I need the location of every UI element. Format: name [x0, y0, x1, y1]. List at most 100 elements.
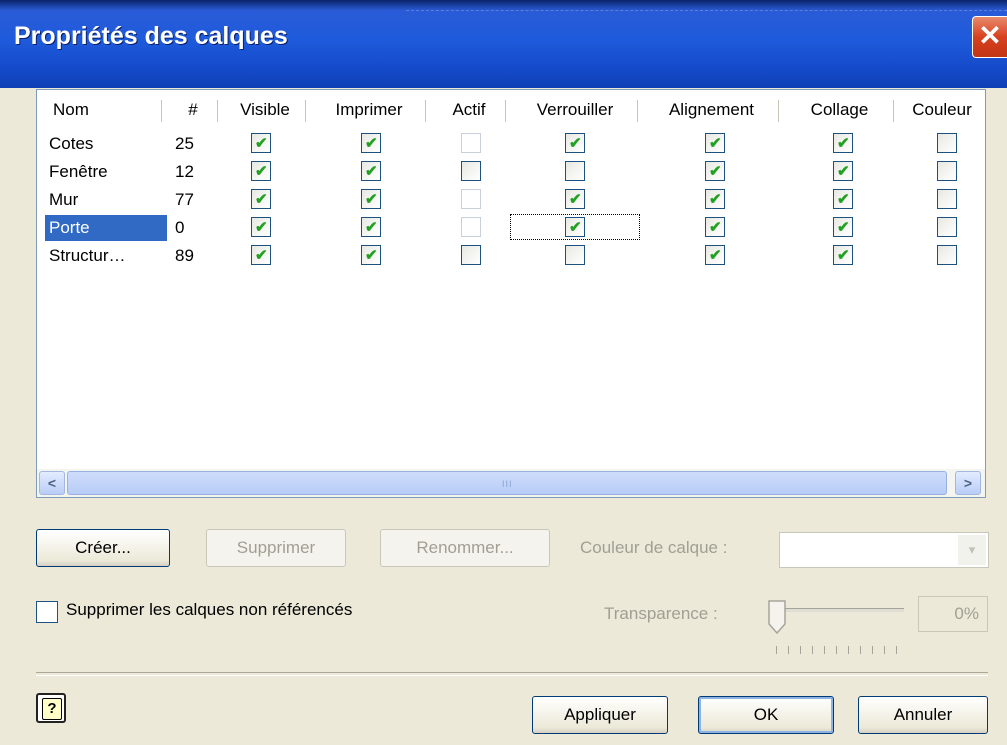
- scroll-grip: III: [502, 479, 513, 489]
- visible-checkbox[interactable]: ✔: [251, 133, 271, 153]
- visible-checkbox[interactable]: ✔: [251, 161, 271, 181]
- layer-name-text: Porte: [45, 215, 167, 241]
- alignement-checkbox[interactable]: ✔: [705, 217, 725, 237]
- horizontal-scrollbar[interactable]: < III >: [37, 469, 985, 497]
- alignement-checkbox[interactable]: ✔: [705, 133, 725, 153]
- column-separator: [161, 100, 162, 122]
- actif-checkbox[interactable]: [461, 217, 481, 237]
- transparency-label: Transparence :: [604, 604, 718, 623]
- column-header[interactable]: Visible: [221, 90, 309, 130]
- table-row[interactable]: Cotes 25 ✔ ✔ ✔ ✔ ✔: [37, 130, 985, 158]
- checkmark-icon: ✔: [837, 219, 850, 236]
- help-button[interactable]: ?: [36, 693, 66, 723]
- couleur-checkbox[interactable]: [937, 245, 957, 265]
- alignement-checkbox[interactable]: ✔: [705, 189, 725, 209]
- column-header[interactable]: Nom: [37, 90, 165, 130]
- column-header[interactable]: Collage: [782, 90, 897, 130]
- transparency-slider[interactable]: [776, 608, 904, 612]
- delete-button[interactable]: Supprimer: [206, 529, 346, 567]
- unreferenced-checkbox[interactable]: [36, 601, 58, 623]
- alignement-checkbox[interactable]: ✔: [705, 245, 725, 265]
- layer-name[interactable]: Mur: [49, 186, 78, 214]
- couleur-checkbox[interactable]: [937, 133, 957, 153]
- table-row[interactable]: Structur… 89 ✔ ✔ ✔ ✔: [37, 242, 985, 270]
- slider-tick: [884, 646, 885, 654]
- imprimer-checkbox[interactable]: ✔: [361, 245, 381, 265]
- close-icon[interactable]: ✕: [972, 16, 1007, 58]
- imprimer-checkbox[interactable]: ✔: [361, 161, 381, 181]
- table-row[interactable]: Mur 77 ✔ ✔ ✔ ✔ ✔: [37, 186, 985, 214]
- column-header[interactable]: Couleur: [897, 90, 985, 130]
- scroll-right-icon[interactable]: >: [955, 471, 981, 495]
- couleur-checkbox[interactable]: [937, 189, 957, 209]
- layer-color-select[interactable]: ▾: [779, 532, 989, 568]
- verrouiller-checkbox[interactable]: [565, 245, 585, 265]
- checkmark-icon: ✔: [837, 247, 850, 264]
- collage-checkbox[interactable]: ✔: [833, 245, 853, 265]
- slider-thumb[interactable]: [768, 600, 786, 634]
- couleur-checkbox[interactable]: [937, 217, 957, 237]
- layer-name[interactable]: Fenêtre: [49, 158, 108, 186]
- checkmark-icon: ✔: [837, 191, 850, 208]
- title-bar: Propriétés des calques ✕: [0, 0, 1007, 88]
- imprimer-checkbox[interactable]: ✔: [361, 217, 381, 237]
- checkmark-icon: ✔: [255, 247, 268, 264]
- column-header[interactable]: Verrouiller: [509, 90, 641, 130]
- apply-button[interactable]: Appliquer: [532, 696, 668, 734]
- checkmark-icon: ✔: [365, 135, 378, 152]
- unreferenced-label: Supprimer les calques non référencés: [66, 600, 353, 619]
- ok-button[interactable]: OK: [698, 696, 834, 734]
- collage-checkbox[interactable]: ✔: [833, 161, 853, 181]
- checkmark-icon: ✔: [365, 163, 378, 180]
- slider-tick: [836, 646, 837, 654]
- couleur-checkbox[interactable]: [937, 161, 957, 181]
- scroll-thumb[interactable]: III: [67, 471, 947, 495]
- layer-count: 89: [175, 246, 194, 265]
- imprimer-checkbox[interactable]: ✔: [361, 133, 381, 153]
- layer-count: 25: [175, 134, 194, 153]
- background-artifact: [406, 0, 1007, 11]
- actif-checkbox[interactable]: [461, 133, 481, 153]
- verrouiller-checkbox[interactable]: [565, 161, 585, 181]
- checkmark-icon: ✔: [709, 247, 722, 264]
- column-separator: [893, 100, 894, 122]
- column-header[interactable]: Actif: [429, 90, 509, 130]
- create-button[interactable]: Créer...: [36, 529, 170, 567]
- slider-ticks: [776, 646, 897, 656]
- cancel-button[interactable]: Annuler: [858, 696, 988, 734]
- divider: [36, 672, 988, 676]
- actif-checkbox[interactable]: [461, 245, 481, 265]
- column-separator: [637, 100, 638, 122]
- scroll-left-icon[interactable]: <: [39, 471, 65, 495]
- visible-checkbox[interactable]: ✔: [251, 189, 271, 209]
- rename-button[interactable]: Renommer...: [380, 529, 550, 567]
- table-row[interactable]: Fenêtre 12 ✔ ✔ ✔ ✔: [37, 158, 985, 186]
- collage-checkbox[interactable]: ✔: [833, 133, 853, 153]
- collage-checkbox[interactable]: ✔: [833, 217, 853, 237]
- visible-checkbox[interactable]: ✔: [251, 217, 271, 237]
- slider-tick: [848, 646, 849, 654]
- alignement-checkbox[interactable]: ✔: [705, 161, 725, 181]
- checkmark-icon: ✔: [837, 135, 850, 152]
- layer-name[interactable]: Structur…: [49, 242, 126, 270]
- verrouiller-checkbox[interactable]: ✔: [565, 189, 585, 209]
- column-header[interactable]: Imprimer: [309, 90, 429, 130]
- checkmark-icon: ✔: [709, 135, 722, 152]
- collage-checkbox[interactable]: ✔: [833, 189, 853, 209]
- chevron-down-icon[interactable]: ▾: [958, 535, 986, 565]
- column-separator: [305, 100, 306, 122]
- actif-checkbox[interactable]: [461, 161, 481, 181]
- column-header[interactable]: Alignement: [641, 90, 782, 130]
- imprimer-checkbox[interactable]: ✔: [361, 189, 381, 209]
- layer-name[interactable]: Porte: [45, 214, 167, 242]
- verrouiller-checkbox[interactable]: ✔: [565, 133, 585, 153]
- checkmark-icon: ✔: [709, 191, 722, 208]
- visible-checkbox[interactable]: ✔: [251, 245, 271, 265]
- transparency-value[interactable]: 0%: [918, 596, 988, 632]
- actif-checkbox[interactable]: [461, 189, 481, 209]
- column-separator: [505, 100, 506, 122]
- layers-list[interactable]: Nom # Visible Imprimer Actif Verrouiller Align…: [36, 89, 986, 498]
- column-header[interactable]: #: [165, 90, 221, 130]
- column-separator: [425, 100, 426, 122]
- layer-name[interactable]: Cotes: [49, 130, 93, 158]
